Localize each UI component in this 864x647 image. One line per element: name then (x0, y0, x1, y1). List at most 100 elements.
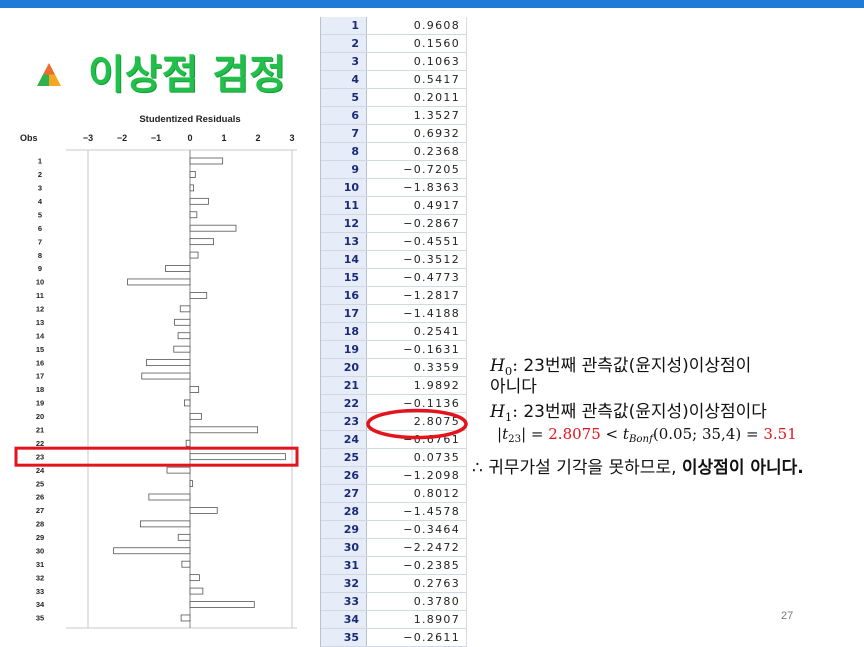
value-cell: −0.1136 (403, 397, 460, 410)
table-row: 14 −0.3512 (321, 251, 466, 269)
obs-cell: 21 (321, 377, 367, 394)
obs-cell: 10 (321, 179, 367, 196)
obs-label: 6 (38, 224, 42, 233)
obs-cell: 9 (321, 161, 367, 178)
residual-bar (177, 533, 191, 541)
h1-subscript: 1 (504, 409, 513, 424)
obs-label: 21 (36, 426, 44, 435)
obs-cell: 16 (321, 287, 367, 304)
obs-label: 25 (36, 479, 44, 488)
obs-cell: 34 (321, 611, 367, 628)
residual-bar (189, 238, 214, 246)
x-tick-label: −1 (151, 133, 161, 143)
obs-cell: 15 (321, 269, 367, 286)
value-cell: 0.1560 (413, 37, 460, 50)
obs-label: 1 (38, 157, 42, 166)
obs-cell: 30 (321, 539, 367, 556)
equals-sign-2: = (746, 425, 759, 443)
test-statistic-comparison: |t23| = 2.8075 < tBonf(0.05; 35,4) = 3.5… (497, 424, 797, 446)
residual-bar (113, 547, 191, 555)
value-cell: 0.8012 (413, 487, 460, 500)
table-row: 16 −1.2817 (321, 287, 466, 305)
obs-label: 20 (36, 412, 44, 421)
residual-bar (189, 574, 200, 582)
obs-label: 24 (36, 466, 45, 475)
obs-label: 34 (36, 600, 45, 609)
obs-cell: 26 (321, 467, 367, 484)
obs-label: 5 (38, 210, 42, 219)
obs-cell: 33 (321, 593, 367, 610)
table-row: 9 −0.7205 (321, 161, 466, 179)
null-hypothesis-continued: 아니다 (490, 377, 537, 398)
table-row: 25 0.0735 (321, 449, 466, 467)
obs-cell: 25 (321, 449, 367, 466)
equals-sign: = (530, 425, 544, 443)
obs-label: 15 (36, 345, 44, 354)
obs-cell: 22 (321, 395, 367, 412)
obs-cell: 7 (321, 125, 367, 142)
residual-bar (180, 614, 191, 622)
h1-text: 23번째 관측값(윤지성)이상점이다 (523, 402, 767, 422)
obs-cell: 12 (321, 215, 367, 232)
critical-arguments: (0.05; 35,4) (652, 425, 742, 443)
value-cell: −0.7205 (403, 163, 460, 176)
table-row: 24 −0.6761 (321, 431, 466, 449)
h1-symbol: H (490, 402, 505, 422)
value-cell: −0.4551 (403, 235, 460, 248)
value-cell: −0.1631 (403, 343, 460, 356)
obs-cell: 14 (321, 251, 367, 268)
obs-cell: 17 (321, 305, 367, 322)
residual-bar (189, 507, 218, 514)
obs-label: 28 (36, 520, 44, 529)
obs-label: 14 (36, 331, 45, 340)
obs-cell: 20 (321, 359, 367, 376)
value-cell: 1.8907 (413, 613, 460, 626)
obs-label: 9 (38, 264, 42, 273)
obs-cell: 13 (321, 233, 367, 250)
obs-cell: 19 (321, 341, 367, 358)
value-cell: 0.5417 (413, 73, 460, 86)
obs-label: 2 (38, 170, 42, 179)
obs-label: 7 (38, 237, 42, 246)
residual-bar (189, 412, 202, 420)
t-subscript: 23 (508, 434, 522, 446)
obs-cell: 4 (321, 71, 367, 88)
table-row: 11 0.4917 (321, 197, 466, 215)
residual-bar (141, 372, 191, 380)
table-row: 32 0.2763 (321, 575, 466, 593)
table-row: 27 0.8012 (321, 485, 466, 503)
table-row: 33 0.3780 (321, 593, 466, 611)
value-cell: 1.9892 (413, 379, 460, 392)
value-cell: 0.4917 (413, 199, 460, 212)
obs-label: 23 (36, 452, 44, 461)
obs-label: 12 (36, 305, 44, 314)
obs-axis-label: Obs (20, 133, 38, 143)
residual-bar-chart: Studentized ResidualsObs −3 −2 −1 0 1 2 3123456… (14, 114, 299, 629)
h0-text-line2: 아니다 (490, 377, 537, 397)
table-row: 31 −0.2385 (321, 557, 466, 575)
obs-label: 30 (36, 546, 44, 555)
table-row: 7 0.6932 (321, 125, 466, 143)
residual-bar (189, 453, 286, 461)
table-row: 6 1.3527 (321, 107, 466, 125)
value-cell: −1.4188 (403, 307, 460, 320)
obs-label: 32 (36, 573, 44, 582)
value-cell: −0.3512 (403, 253, 460, 266)
obs-cell: 29 (321, 521, 367, 538)
residual-bar (189, 587, 204, 595)
value-cell: −0.2611 (403, 631, 460, 644)
page-number: 27 (781, 610, 794, 622)
conclusion: ∴ 귀무가설 기각을 못하므로, 이상점이 아니다. (472, 457, 804, 479)
obs-cell: 2 (321, 35, 367, 52)
table-row: 3 0.1063 (321, 53, 466, 71)
table-row: 19 −0.1631 (321, 341, 466, 359)
value-cell: −1.8363 (403, 181, 460, 194)
alternative-hypothesis: H1: 23번째 관측값(윤지성)이상점이다 (490, 402, 767, 423)
table-row: 26 −1.2098 (321, 467, 466, 485)
residual-bar (127, 278, 191, 286)
value-cell: 0.2763 (413, 577, 460, 590)
obs-cell: 5 (321, 89, 367, 106)
obs-label: 3 (38, 184, 42, 193)
x-tick-label: 2 (255, 133, 260, 143)
obs-cell: 28 (321, 503, 367, 520)
